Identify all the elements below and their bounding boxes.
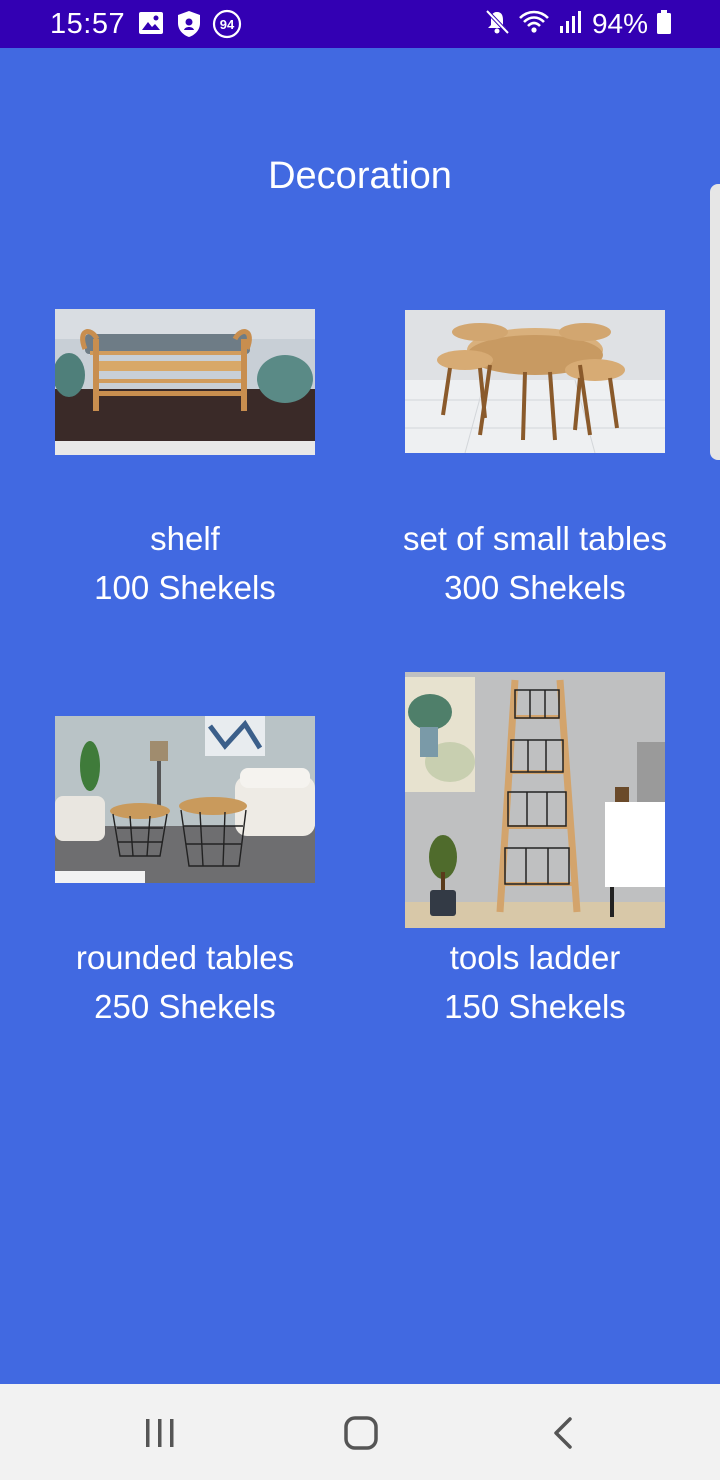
product-label-small-tables[interactable]: set of small tables 300 Shekels (355, 514, 715, 612)
gallery-icon (138, 10, 164, 41)
status-time: 15:57 (50, 8, 126, 40)
product-image-shelf[interactable] (55, 309, 315, 455)
product-price: 150 Shekels (444, 988, 626, 1025)
main-content[interactable]: Decoration shelf 100 Shekels set of smal… (0, 48, 720, 1384)
nesting-tables-image (405, 310, 665, 453)
back-button[interactable] (533, 1408, 593, 1458)
product-name: shelf (150, 520, 220, 557)
product-name: rounded tables (75, 939, 295, 976)
battery-icon (656, 9, 672, 40)
recent-apps-button[interactable] (130, 1408, 190, 1458)
product-label-shelf[interactable]: shelf 100 Shekels (5, 514, 365, 612)
page-title: Decoration (268, 155, 452, 197)
wifi-icon (518, 9, 550, 40)
recent-apps-icon (146, 1419, 174, 1447)
home-button[interactable] (331, 1408, 391, 1458)
mute-icon (484, 9, 510, 40)
signal-icon (558, 9, 584, 40)
navigation-bar (0, 1384, 720, 1480)
product-price: 250 Shekels (94, 988, 276, 1025)
round-wire-tables-image (55, 716, 315, 883)
product-label-rounded-tables[interactable]: rounded tables 250 Shekels (5, 933, 365, 1031)
home-icon (344, 1416, 378, 1450)
product-name: tools ladder (449, 939, 621, 976)
product-name: set of small tables (402, 520, 668, 557)
product-price: 300 Shekels (444, 569, 626, 606)
notification-count-icon: 94 (212, 9, 242, 44)
status-bar: 15:57 94 94% (0, 0, 720, 48)
ladder-shelf-image (405, 672, 665, 928)
product-label-tools-ladder[interactable]: tools ladder 150 Shekels (355, 933, 715, 1031)
svg-text:94: 94 (220, 17, 235, 32)
bench-shelf-image (55, 309, 315, 455)
product-price: 100 Shekels (94, 569, 276, 606)
battery-percent: 94% (591, 8, 648, 39)
back-icon (554, 1417, 572, 1449)
product-image-rounded-tables[interactable] (55, 716, 315, 883)
shield-icon (176, 10, 202, 43)
scroll-handle[interactable] (710, 184, 720, 460)
product-image-tools-ladder[interactable] (405, 672, 665, 928)
product-image-small-tables[interactable] (405, 310, 665, 453)
